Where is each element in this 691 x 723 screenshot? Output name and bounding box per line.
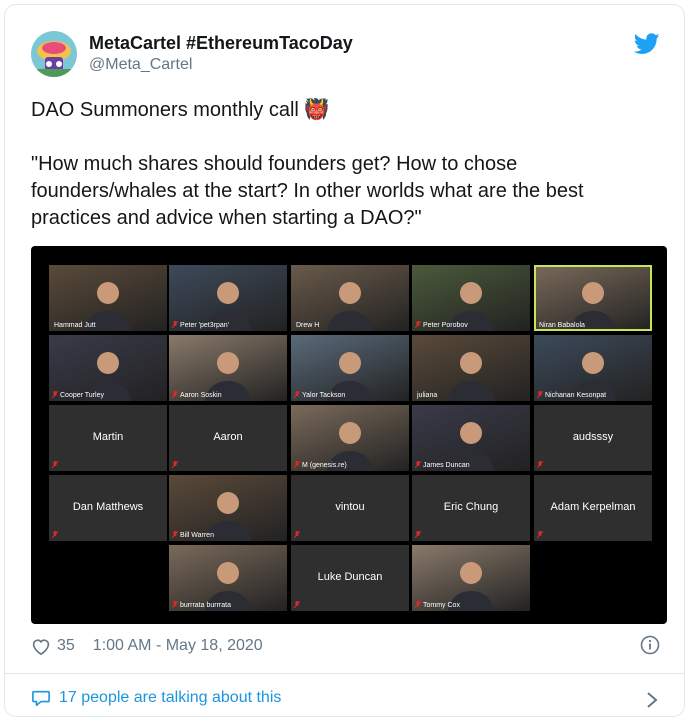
participant-tile: Cooper Turley [49, 335, 167, 401]
participant-name: vintou [335, 501, 365, 513]
participant-name: juliana [417, 392, 438, 399]
participant-name: Hammad Jutt [54, 322, 96, 329]
tweet-quote-line: practices and advice when starting a DAO… [31, 207, 422, 229]
participant-name: Bill Warren [180, 532, 214, 539]
muted-mic-icon [537, 461, 543, 468]
info-icon[interactable] [640, 635, 660, 655]
conversation-link-label: 17 people are talking about this [59, 689, 282, 706]
participant-name: Martin [92, 431, 124, 443]
participant-tile: Adam Kerpelman [534, 475, 652, 541]
participant-tile: Martin [49, 405, 167, 471]
tweet-quote-line: founders/whales at the start? In other w… [31, 180, 584, 202]
avatar-image [31, 31, 77, 77]
like-count[interactable]: 35 [57, 637, 75, 655]
muted-mic-icon [52, 461, 58, 468]
participant-tile: Nichanan Kesonpat [534, 335, 652, 401]
participant-tile: vintou [291, 475, 409, 541]
heart-icon[interactable] [31, 637, 51, 655]
tweet-timestamp[interactable]: 1:00 AM - May 18, 2020 [93, 637, 263, 655]
muted-mic-icon [537, 531, 543, 538]
participant-tile: Drew H [291, 265, 409, 331]
twitter-bird-icon[interactable] [634, 33, 660, 55]
tweet-card: MetaCartel #EthereumTacoDay @Meta_Cartel… [4, 4, 685, 717]
tweet-quote-line: "How much shares should founders get? Ho… [31, 153, 518, 175]
participant-tile: juliana [412, 335, 530, 401]
participant-name: Yalor Tackson [302, 392, 346, 399]
muted-mic-icon [172, 531, 178, 538]
muted-mic-icon [52, 391, 58, 398]
participant-tile: Yalor Tackson [291, 335, 409, 401]
tweet-text-line: DAO Summoners monthly call 👹 [31, 99, 330, 121]
muted-mic-icon [172, 391, 178, 398]
muted-mic-icon [415, 321, 421, 328]
chevron-right-icon[interactable] [646, 691, 658, 709]
participant-name: burrrata burrrata [180, 602, 231, 609]
participant-name: Aaron [213, 431, 243, 443]
muted-mic-icon [294, 601, 300, 608]
participant-name: Eric Chung [443, 501, 499, 513]
participant-name: Peter 'pet3rpan' [180, 322, 229, 329]
tweet-footer: 35 1:00 AM - May 18, 2020 [31, 637, 263, 655]
participant-name: Peter Porobov [423, 322, 468, 329]
participant-tile: Eric Chung [412, 475, 530, 541]
participant-name: Drew H [296, 322, 320, 329]
participant-name: Niran Babalola [539, 322, 585, 329]
participant-name: audsssy [572, 431, 614, 443]
participant-tile: Aaron Soskin [169, 335, 287, 401]
participant-tile: Luke Duncan [291, 545, 409, 611]
divider [5, 673, 684, 674]
participant-tile: Niran Babalola [534, 265, 652, 331]
muted-mic-icon [415, 601, 421, 608]
participant-tile: Peter 'pet3rpan' [169, 265, 287, 331]
muted-mic-icon [294, 461, 300, 468]
user-handle[interactable]: @Meta_Cartel [89, 56, 192, 74]
muted-mic-icon [415, 461, 421, 468]
participant-tile: Bill Warren [169, 475, 287, 541]
avatar[interactable] [31, 31, 77, 77]
muted-mic-icon [415, 531, 421, 538]
participant-name: Tommy Cox [423, 602, 460, 609]
muted-mic-icon [172, 601, 178, 608]
participant-name: Dan Matthews [72, 501, 144, 513]
muted-mic-icon [537, 391, 543, 398]
muted-mic-icon [294, 391, 300, 398]
participant-tile: audsssy [534, 405, 652, 471]
display-name[interactable]: MetaCartel #EthereumTacoDay [89, 33, 353, 54]
muted-mic-icon [172, 461, 178, 468]
participant-tile: Dan Matthews [49, 475, 167, 541]
participant-tile: Tommy Cox [412, 545, 530, 611]
participant-name: Luke Duncan [317, 571, 383, 583]
participant-name: Adam Kerpelman [550, 501, 636, 513]
participant-name: Nichanan Kesonpat [545, 392, 607, 399]
participant-tile: James Duncan [412, 405, 530, 471]
participant-tile: Peter Porobov [412, 265, 530, 331]
participant-tile: Aaron [169, 405, 287, 471]
participant-tile: M (genesis.re) [291, 405, 409, 471]
video-call-screenshot[interactable]: Hammad Jutt Peter 'pet3rpan' Drew H Peter P… [31, 246, 667, 624]
muted-mic-icon [52, 531, 58, 538]
conversation-link[interactable]: 17 people are talking about this [31, 689, 281, 707]
participant-tile: Hammad Jutt [49, 265, 167, 331]
participant-name: Cooper Turley [60, 392, 104, 399]
speech-bubble-icon [32, 690, 50, 707]
participant-tile: burrrata burrrata [169, 545, 287, 611]
muted-mic-icon [172, 321, 178, 328]
muted-mic-icon [294, 531, 300, 538]
participant-name: Aaron Soskin [180, 392, 222, 399]
participant-name: M (genesis.re) [302, 462, 347, 469]
participant-name: James Duncan [423, 462, 470, 469]
tweet-text: DAO Summoners monthly call 👹 "How much s… [31, 97, 661, 232]
